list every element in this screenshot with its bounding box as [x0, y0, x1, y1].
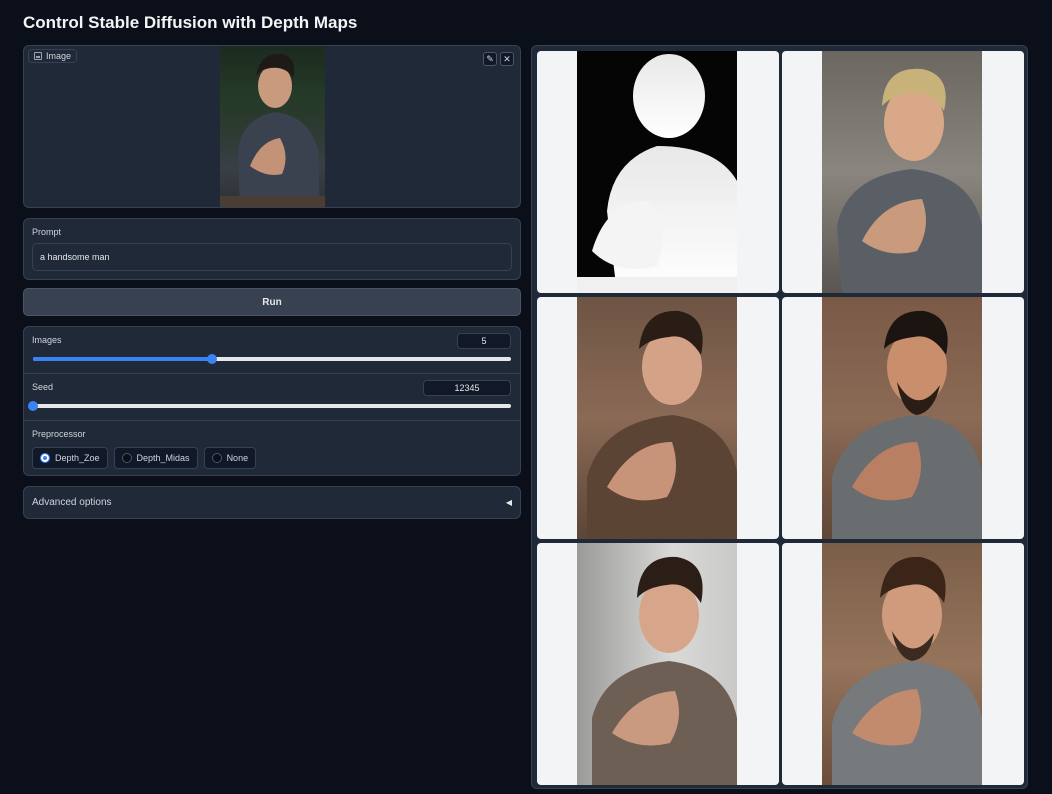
- preprocessor-radio-group: Depth_Zoe Depth_Midas None: [32, 447, 512, 469]
- images-slider-thumb[interactable]: [207, 354, 218, 364]
- images-number-input[interactable]: 5: [457, 333, 511, 349]
- images-control: Images 5: [24, 327, 520, 374]
- input-photo-figure: [220, 53, 325, 207]
- prompt-label: Prompt: [32, 227, 62, 237]
- images-label: Images: [32, 335, 62, 345]
- output-gallery: [531, 45, 1028, 789]
- gallery-item-depth-map[interactable]: [537, 51, 779, 293]
- radio-dot: [211, 453, 222, 463]
- gallery-item[interactable]: [537, 543, 779, 785]
- seed-control: Seed 12345: [24, 374, 520, 421]
- prompt-input[interactable]: [32, 243, 512, 271]
- seed-slider-thumb[interactable]: [28, 401, 38, 411]
- images-slider[interactable]: [33, 354, 511, 364]
- gallery-item[interactable]: [782, 543, 1024, 785]
- gallery-item[interactable]: [537, 297, 779, 539]
- portrait-figure: [837, 68, 982, 293]
- portrait-figure: [832, 556, 982, 785]
- radio-label: None: [226, 453, 249, 463]
- input-photo: [220, 46, 325, 207]
- image-input[interactable]: Image ✎ ✕: [23, 45, 521, 208]
- advanced-options-accordion[interactable]: Advanced options ◀: [23, 486, 521, 519]
- page-title: Control Stable Diffusion with Depth Maps: [23, 13, 358, 32]
- gallery-item[interactable]: [782, 297, 1024, 539]
- left-panel: Image ✎ ✕ Prompt Run Images 5: [23, 45, 521, 519]
- portrait-figure: [592, 556, 737, 785]
- caret-left-icon: ◀: [505, 498, 512, 507]
- prompt-block: Prompt: [23, 218, 521, 280]
- image-label-badge: Image: [28, 49, 78, 63]
- portrait-figure: [832, 310, 982, 539]
- generated-image: [822, 543, 982, 785]
- radio-depth-zoe[interactable]: Depth_Zoe: [32, 447, 108, 469]
- radio-dot: [121, 453, 132, 463]
- controls-block: Images 5 Seed 12345 Preprocessor Depth_Z…: [23, 326, 521, 476]
- generated-image: [577, 543, 737, 785]
- radio-dot-selected: [40, 453, 50, 463]
- generated-image: [577, 297, 737, 539]
- seed-slider[interactable]: [28, 401, 511, 411]
- gallery-item[interactable]: [782, 51, 1024, 293]
- radio-label: Depth_Zoe: [55, 453, 100, 463]
- pencil-icon[interactable]: ✎: [483, 52, 497, 66]
- depth-silhouette: [577, 54, 737, 293]
- image-tools: ✎ ✕: [483, 52, 514, 66]
- preprocessor-label: Preprocessor: [32, 429, 86, 439]
- images-slider-fill: [33, 357, 213, 361]
- seed-number-input[interactable]: 12345: [423, 380, 511, 396]
- radio-label: Depth_Midas: [136, 453, 190, 463]
- radio-none[interactable]: None: [203, 447, 257, 469]
- image-label-text: Image: [46, 51, 72, 61]
- radio-depth-midas[interactable]: Depth_Midas: [113, 447, 198, 469]
- depth-map-image: [577, 51, 737, 293]
- generated-image: [822, 51, 982, 293]
- image-icon: [34, 52, 42, 60]
- close-icon[interactable]: ✕: [500, 52, 514, 66]
- preprocessor-control: Preprocessor Depth_Zoe Depth_Midas None: [24, 421, 520, 477]
- advanced-options-label: Advanced options: [32, 497, 112, 508]
- generated-image: [822, 297, 982, 539]
- run-button[interactable]: Run: [23, 288, 521, 316]
- portrait-figure: [587, 310, 737, 539]
